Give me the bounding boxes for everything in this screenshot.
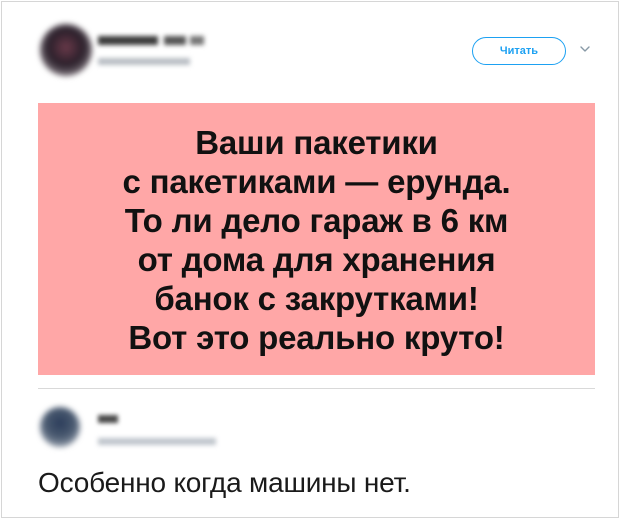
quote-line: от дома для хранения <box>137 241 496 278</box>
author-name-blurred[interactable] <box>98 36 208 46</box>
quote-image[interactable]: Ваши пакетики с пакетиками — ерунда. То … <box>38 103 595 375</box>
reply-text: Особенно когда машины нет. <box>38 467 411 498</box>
reply-author-handle-blurred[interactable] <box>98 438 216 445</box>
quote-line: Вот это реально круто! <box>128 319 505 356</box>
author-avatar[interactable] <box>40 24 92 76</box>
author-handle-blurred[interactable] <box>98 58 190 65</box>
follow-button[interactable]: Читать <box>472 37 566 65</box>
quote-line: банок с закрутками! <box>154 280 479 317</box>
divider <box>38 388 595 389</box>
quote-line: с пакетиками — ерунда. <box>122 163 511 200</box>
reply-avatar[interactable] <box>40 407 80 447</box>
reply-author-name-blurred[interactable] <box>98 415 118 423</box>
tweet-card: Читать Ваши пакетики с пакетиками — ерун… <box>1 1 619 518</box>
quote-line: То ли дело гараж в 6 км <box>124 202 509 239</box>
quote-line: Ваши пакетики <box>195 124 438 161</box>
chevron-down-icon[interactable] <box>578 42 592 56</box>
